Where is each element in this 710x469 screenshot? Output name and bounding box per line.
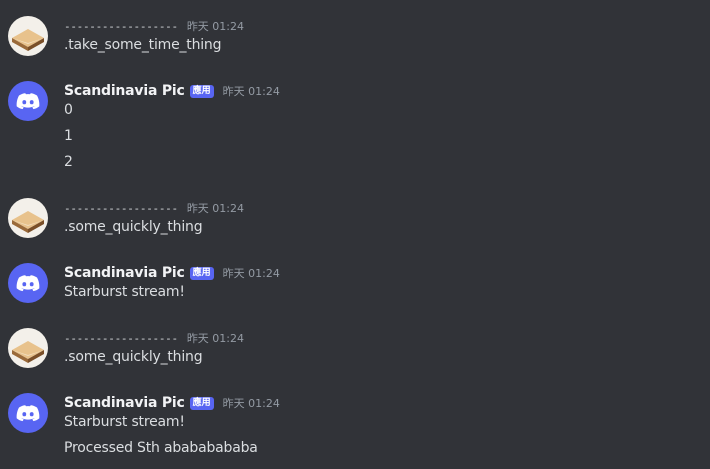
- message-text: Processed Sth abababababa: [64, 440, 258, 456]
- bot-avatar[interactable]: [8, 263, 48, 303]
- username[interactable]: Scandinavia Pic: [64, 265, 185, 281]
- message-text: .take_some_time_thing: [64, 37, 222, 53]
- message-header: Scandinavia Pic 應用 昨天 01:24: [64, 393, 280, 413]
- app-badge: 應用: [189, 84, 214, 98]
- bot-avatar[interactable]: [8, 393, 48, 433]
- chat-message-list: ------------------ 昨天 01:24 .take_some_t…: [0, 0, 710, 469]
- message-text: 1: [64, 128, 73, 144]
- message-text: .some_quickly_thing: [64, 219, 203, 235]
- message-header: ------------------ 昨天 01:24: [64, 198, 244, 218]
- user-avatar[interactable]: [8, 328, 48, 368]
- message-header: Scandinavia Pic 應用 昨天 01:24: [64, 263, 280, 283]
- sandwich-icon: [12, 341, 44, 363]
- timestamp[interactable]: 昨天 01:24: [223, 265, 280, 281]
- username[interactable]: Scandinavia Pic: [64, 83, 185, 99]
- discord-logo-icon: [16, 275, 40, 292]
- timestamp[interactable]: 昨天 01:24: [223, 83, 280, 99]
- message-header: Scandinavia Pic 應用 昨天 01:24: [64, 81, 280, 101]
- discord-logo-icon: [16, 93, 40, 110]
- message-text: 0: [64, 102, 73, 118]
- user-avatar[interactable]: [8, 16, 48, 56]
- message-header: ------------------ 昨天 01:24: [64, 16, 244, 36]
- app-badge: 應用: [189, 396, 214, 410]
- timestamp[interactable]: 昨天 01:24: [187, 200, 244, 216]
- sandwich-icon: [12, 211, 44, 233]
- username[interactable]: ------------------: [64, 20, 178, 33]
- sandwich-icon: [12, 29, 44, 51]
- timestamp[interactable]: 昨天 01:24: [223, 395, 280, 411]
- message-header: ------------------ 昨天 01:24: [64, 328, 244, 348]
- username[interactable]: Scandinavia Pic: [64, 395, 185, 411]
- message-text: .some_quickly_thing: [64, 349, 203, 365]
- message-text: 2: [64, 154, 73, 170]
- timestamp[interactable]: 昨天 01:24: [187, 18, 244, 34]
- discord-logo-icon: [16, 405, 40, 422]
- message-text: Starburst stream!: [64, 284, 185, 300]
- username[interactable]: ------------------: [64, 332, 178, 345]
- timestamp[interactable]: 昨天 01:24: [187, 330, 244, 346]
- message-text: Starburst stream!: [64, 414, 185, 430]
- user-avatar[interactable]: [8, 198, 48, 238]
- app-badge: 應用: [189, 266, 214, 280]
- bot-avatar[interactable]: [8, 81, 48, 121]
- username[interactable]: ------------------: [64, 202, 178, 215]
